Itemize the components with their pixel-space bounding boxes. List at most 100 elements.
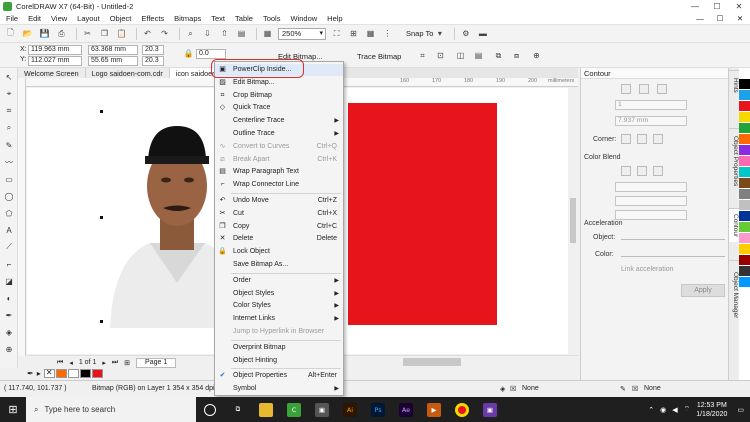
menu-view[interactable]: View [46, 14, 72, 23]
cut-icon[interactable]: ✂ [81, 27, 94, 40]
trace-bitmap-button[interactable]: Trace Bitmap [357, 52, 401, 61]
tab-logo-saidoen[interactable]: Logo saidoen-com.cdr [85, 68, 170, 78]
outline-color-field[interactable] [615, 182, 687, 192]
media-encoder-icon[interactable]: ▶ [420, 397, 448, 422]
eyedropper-tool-icon[interactable]: ✒ [2, 308, 16, 322]
polygon-tool-icon[interactable]: ⬠ [2, 206, 16, 220]
steps-field[interactable]: 1 [615, 100, 687, 110]
x-position-field[interactable]: 119.963 mm [28, 45, 82, 55]
context-menu-item[interactable]: Symbol ▶ [215, 383, 343, 395]
context-menu-item[interactable]: ◇ Quick Trace [215, 102, 343, 114]
import-icon[interactable]: ⇩ [201, 27, 214, 40]
file-explorer-icon[interactable] [252, 397, 280, 422]
chevron-down-icon[interactable]: ▾ [433, 27, 446, 40]
notifications-icon[interactable]: ▭ [737, 406, 744, 414]
outside-icon[interactable] [657, 84, 667, 94]
context-menu-item[interactable]: ❐ Copy Ctrl+C [215, 221, 343, 233]
save-icon[interactable]: 💾 [38, 27, 51, 40]
context-menu-item[interactable]: ▨ Edit Bitmap... [215, 77, 343, 89]
palette-color-swatch[interactable] [739, 277, 750, 288]
context-menu-item[interactable]: ⧄ Break Apart Ctrl+K [215, 154, 343, 166]
page-1-tab[interactable]: Page 1 [136, 357, 177, 368]
to-center-icon[interactable] [621, 84, 631, 94]
taskbar-clock[interactable]: 12:53 PM 1/18/2020 [696, 401, 727, 419]
tab-contour[interactable]: Contour [729, 208, 739, 242]
palette-color-swatch[interactable] [739, 178, 750, 189]
rulers-icon[interactable]: ⊞ [347, 27, 360, 40]
to-front-icon[interactable]: ⧉ [492, 49, 505, 62]
context-menu-item[interactable]: Order ▶ [215, 275, 343, 287]
fill-color-field[interactable] [615, 196, 687, 206]
context-menu-item[interactable]: Overprint Bitmap [215, 342, 343, 354]
context-menu-item[interactable]: Centerline Trace ▶ [215, 115, 343, 127]
blend-clockwise-icon[interactable] [637, 166, 647, 176]
vertical-scroll-thumb[interactable] [570, 198, 576, 243]
palette-color-swatch[interactable] [739, 145, 750, 156]
color-acceleration-slider[interactable] [621, 256, 725, 257]
color-swatch[interactable] [79, 369, 91, 378]
blend-counterclockwise-icon[interactable] [653, 166, 663, 176]
to-back-icon[interactable]: ⧈ [510, 49, 523, 62]
object-acceleration-slider[interactable] [621, 239, 725, 240]
context-menu-item[interactable]: ▤ Wrap Paragraph Text [215, 166, 343, 178]
palette-color-swatch[interactable] [739, 222, 750, 233]
pick-tool-icon[interactable]: ↖ [2, 70, 16, 84]
context-menu-item[interactable]: ✔ Object Properties Alt+Enter [215, 370, 343, 382]
blend-linear-icon[interactable] [621, 166, 631, 176]
rotation-field[interactable]: 0.0 [196, 49, 226, 59]
palette-color-swatch[interactable] [739, 233, 750, 244]
red-rectangle[interactable] [348, 103, 497, 325]
context-menu-item[interactable]: Internet Links ▶ [215, 313, 343, 325]
vertical-ruler[interactable] [18, 78, 26, 356]
palette-color-swatch[interactable] [739, 189, 750, 200]
corner-bevel-icon[interactable] [653, 134, 663, 144]
publish-pdf-icon[interactable]: ▤ [235, 27, 248, 40]
crop-tool-icon[interactable]: ⌗ [2, 104, 16, 118]
offset-field[interactable]: 7.937 mm [615, 116, 687, 126]
palette-arrow-icon[interactable]: ▸ [37, 369, 41, 378]
menu-edit[interactable]: Edit [23, 14, 46, 23]
menu-help[interactable]: Help [322, 14, 347, 23]
minimize-button[interactable]: — [684, 2, 706, 11]
vertical-scrollbar[interactable] [568, 88, 578, 354]
photos-icon[interactable]: ▣ [308, 397, 336, 422]
options-gear-icon[interactable]: ⚙ [459, 27, 472, 40]
full-screen-icon[interactable]: ⛶ [330, 27, 343, 40]
context-menu-item[interactable]: ↶ Undo Move Ctrl+Z [215, 195, 343, 207]
context-menu-item[interactable]: Object Styles ▶ [215, 288, 343, 300]
first-page-icon[interactable]: ⏮ [57, 359, 63, 367]
context-menu-item[interactable]: ✕ Delete Delete [215, 233, 343, 245]
context-menu-item[interactable]: ⌐ Wrap Connector Line [215, 179, 343, 191]
corner-mitered-icon[interactable] [621, 134, 631, 144]
tab-welcome-screen[interactable]: Welcome Screen [18, 68, 86, 78]
snap-to-dropdown[interactable]: Snap To [406, 29, 433, 38]
menu-effects[interactable]: Effects [136, 14, 169, 23]
tab-object-manager[interactable]: Object Manager [729, 260, 739, 330]
mask-icon[interactable]: ◫ [454, 49, 467, 62]
add-page-icon[interactable]: ⊞ [124, 359, 130, 367]
rectangle-tool-icon[interactable]: ▭ [2, 172, 16, 186]
context-menu-item[interactable]: Outline Trace ▶ [215, 128, 343, 140]
palette-color-swatch[interactable] [739, 167, 750, 178]
resample-icon[interactable]: ⊡ [434, 49, 447, 62]
crop-icon[interactable]: ⌗ [416, 49, 429, 62]
maximize-button[interactable]: ☐ [706, 2, 728, 11]
context-menu-item[interactable]: ✂ Cut Ctrl+X [215, 208, 343, 220]
undo-icon[interactable]: ↶ [141, 27, 154, 40]
inside-icon[interactable] [639, 84, 649, 94]
doc-close-button[interactable]: ✕ [730, 14, 750, 23]
outline-none-icon[interactable]: ☒ [632, 385, 638, 393]
guidelines-icon[interactable]: ⋮ [381, 27, 394, 40]
add-icon[interactable]: ⊕ [530, 49, 543, 62]
palette-color-swatch[interactable] [739, 255, 750, 266]
menu-bitmaps[interactable]: Bitmaps [169, 14, 206, 23]
scale-x-field[interactable]: 20.3 [142, 45, 164, 55]
context-menu-item[interactable]: Object Hinting [215, 355, 343, 367]
app-icon[interactable]: ▣ [476, 397, 504, 422]
windows-start-icon[interactable]: ⊞ [0, 397, 26, 422]
lock-ratio-icon[interactable]: 🔒 [182, 47, 195, 60]
palette-color-swatch[interactable] [739, 79, 750, 90]
height-field[interactable]: 55.65 mm [88, 56, 138, 66]
photoshop-icon[interactable]: Ps [364, 397, 392, 422]
menu-table[interactable]: Table [230, 14, 258, 23]
